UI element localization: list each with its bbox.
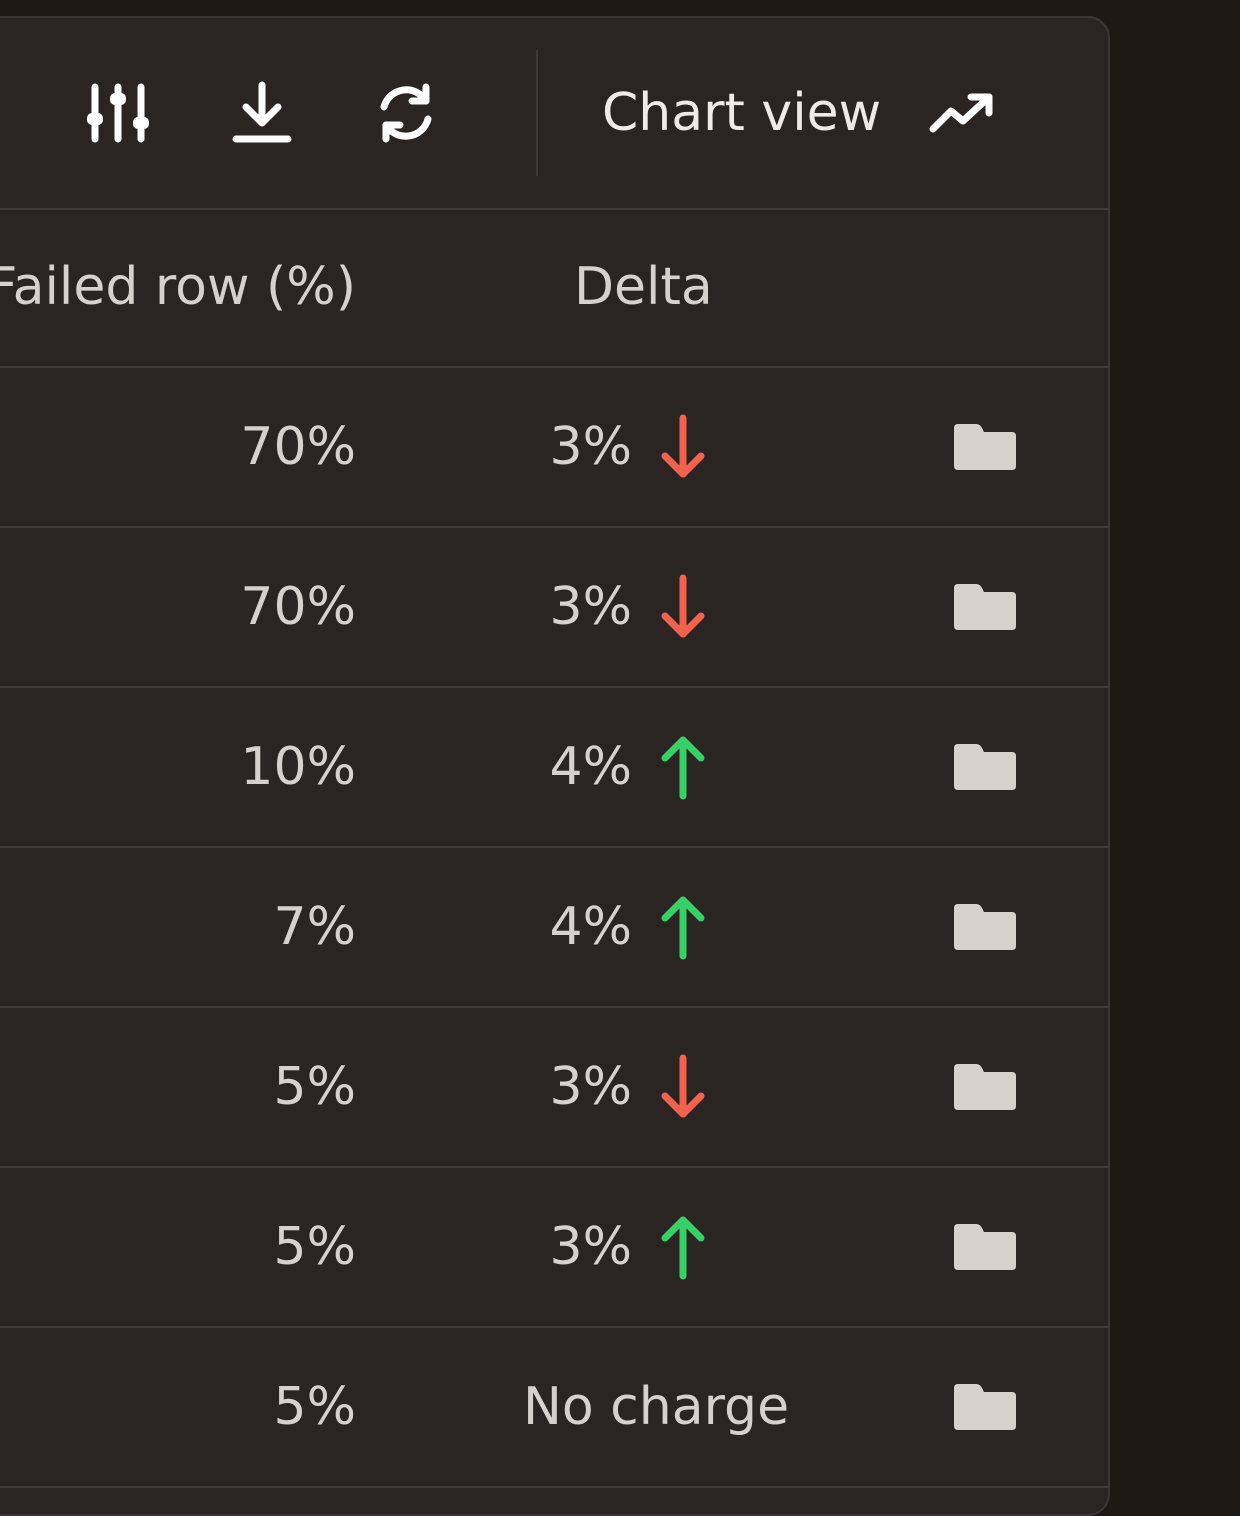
folder-icon: [954, 1224, 1016, 1270]
table-row[interactable]: 5% No charge: [0, 1328, 1108, 1488]
download-button[interactable]: [222, 78, 302, 148]
arrow-down-icon: [661, 574, 705, 638]
refresh-icon: [380, 83, 432, 143]
failed-row-value: 5%: [273, 1057, 357, 1117]
delta-value: 4%: [549, 737, 633, 797]
arrow-up-icon: [661, 736, 705, 800]
failed-row-value: 70%: [240, 417, 356, 477]
delta-value: 3%: [549, 577, 633, 637]
refresh-button[interactable]: [366, 78, 446, 148]
folder-icon: [954, 424, 1016, 470]
open-folder-button[interactable]: [952, 1222, 1018, 1272]
arrow-up-icon: [661, 1216, 705, 1280]
delta-cell: 3%: [550, 1008, 707, 1166]
delta-value: No charge: [522, 1377, 790, 1437]
table-header: Failed row (%) Delta: [0, 208, 1108, 368]
arrow-down-icon: [661, 1054, 705, 1118]
delta-cell: 3%: [550, 528, 707, 686]
table-row[interactable]: 5% 3%: [0, 1008, 1108, 1168]
chart-view-label: Chart view: [602, 83, 882, 143]
column-header-delta[interactable]: Delta: [574, 208, 713, 366]
folder-icon: [954, 1384, 1016, 1430]
filter-settings-button[interactable]: [78, 78, 158, 148]
delta-cell: 4%: [550, 848, 707, 1006]
table-row[interactable]: 10% 4%: [0, 688, 1108, 848]
folder-icon: [954, 744, 1016, 790]
delta-value: 3%: [549, 417, 633, 477]
arrow-up-icon: [661, 896, 705, 960]
delta-cell: 3%: [550, 1168, 707, 1326]
delta-value: 3%: [549, 1217, 633, 1277]
chart-view-button[interactable]: Chart view: [602, 78, 995, 148]
table-row[interactable]: 70% 3%: [0, 528, 1108, 688]
delta-cell: 3%: [550, 368, 707, 526]
toolbar: Chart view: [0, 18, 1108, 210]
delta-cell: 4%: [550, 688, 707, 846]
open-folder-button[interactable]: [952, 1382, 1018, 1432]
failed-row-value: 5%: [273, 1217, 357, 1277]
sliders-icon: [87, 83, 149, 143]
folder-icon: [954, 904, 1016, 950]
failed-row-value: 70%: [240, 577, 356, 637]
failed-row-value: 10%: [240, 737, 356, 797]
open-folder-button[interactable]: [952, 742, 1018, 792]
table-row[interactable]: 5% 3%: [0, 1168, 1108, 1328]
delta-value: 4%: [549, 897, 633, 957]
table-row[interactable]: 70% 3%: [0, 368, 1108, 528]
folder-icon: [954, 584, 1016, 630]
results-panel: Chart view Failed row (%) Delta 70% 3% 70%…: [0, 16, 1110, 1516]
open-folder-button[interactable]: [952, 582, 1018, 632]
trending-up-icon: [929, 93, 993, 133]
delta-value: 3%: [549, 1057, 633, 1117]
download-icon: [232, 81, 292, 143]
table-row[interactable]: 7% 4%: [0, 848, 1108, 1008]
failed-row-value: 5%: [273, 1377, 357, 1437]
open-folder-button[interactable]: [952, 1062, 1018, 1112]
folder-icon: [954, 1064, 1016, 1110]
toolbar-divider: [536, 50, 538, 176]
column-header-failed-row[interactable]: Failed row (%): [0, 208, 356, 366]
arrow-down-icon: [661, 414, 705, 478]
open-folder-button[interactable]: [952, 422, 1018, 472]
failed-row-value: 7%: [273, 897, 357, 957]
open-folder-button[interactable]: [952, 902, 1018, 952]
